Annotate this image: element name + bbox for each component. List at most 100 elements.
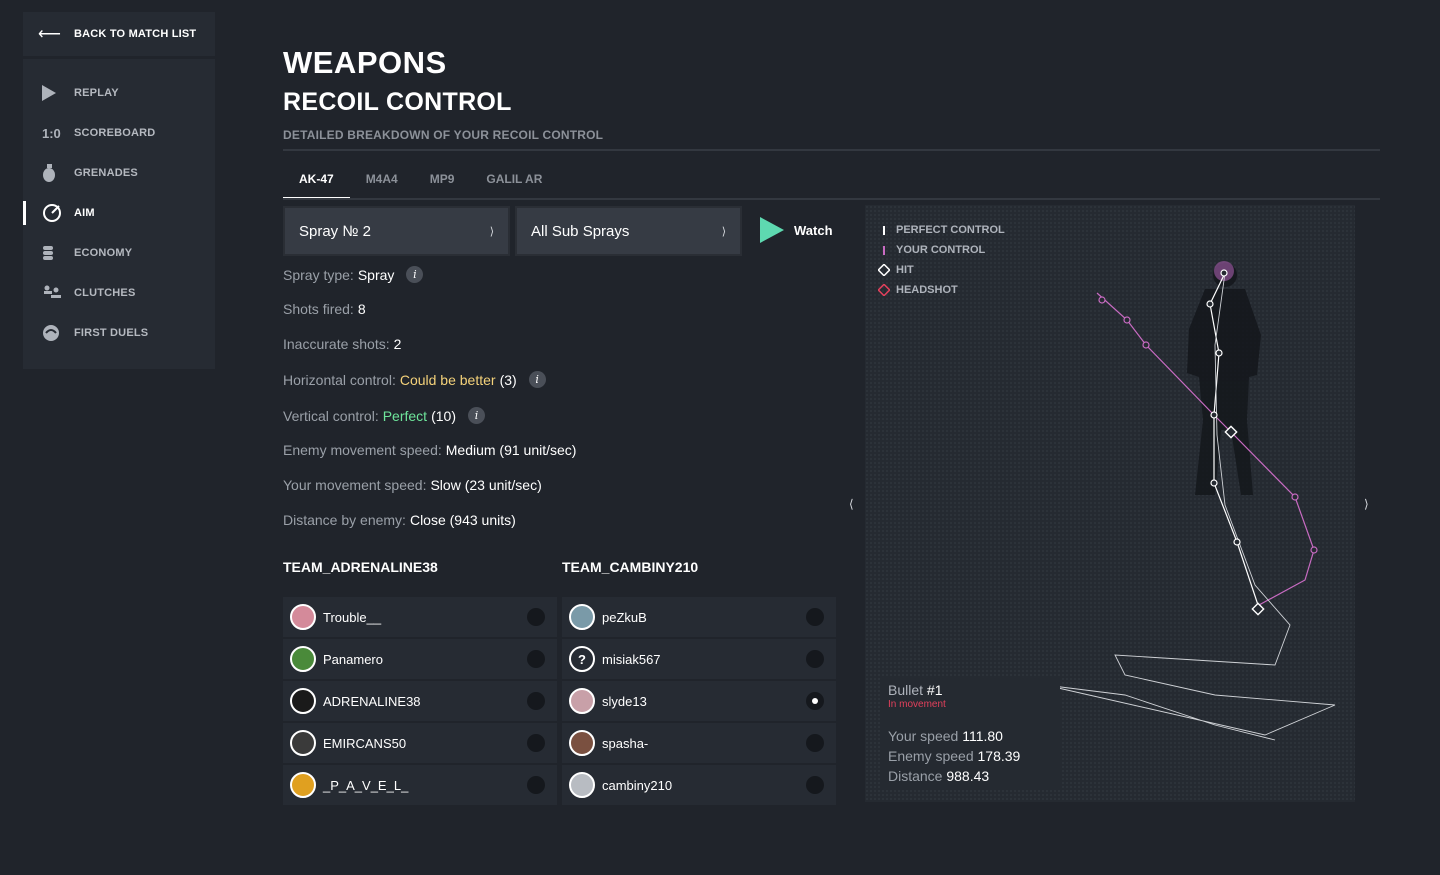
previous-bullet-button[interactable]: ⟨: [849, 497, 854, 511]
stat-label: Enemy movement speed:: [283, 442, 442, 458]
player-name: spasha-: [602, 735, 649, 751]
info-icon[interactable]: i: [467, 407, 485, 424]
aim-icon: [42, 203, 74, 223]
player-row[interactable]: Trouble__: [283, 597, 557, 637]
stat-value: Perfect: [382, 407, 428, 424]
back-to-match-list-button[interactable]: ⟵ BACK TO MATCH LIST: [23, 12, 215, 56]
label: Distance: [888, 768, 943, 784]
player-name: ADRENALINE38: [323, 693, 421, 709]
player-row[interactable]: slyde13: [562, 681, 836, 721]
sidebar-nav: REPLAY 1:0 SCOREBOARD GRENADES AIM ECONO…: [23, 59, 215, 369]
player-select-radio[interactable]: [527, 692, 545, 710]
avatar: ?: [569, 646, 595, 672]
duel-icon: [42, 324, 74, 342]
avatar: [290, 646, 316, 672]
player-name: Trouble__: [323, 609, 382, 625]
sub-spray-select[interactable]: All Sub Sprays ⟩: [515, 206, 742, 256]
player-select-radio[interactable]: [527, 734, 545, 752]
bullet-number: #1: [926, 682, 943, 698]
page-description: DETAILED BREAKDOWN OF YOUR RECOIL CONTRO…: [283, 128, 604, 142]
stat-label: Distance by enemy:: [283, 512, 406, 528]
player-select-radio[interactable]: [806, 608, 824, 626]
value: 178.39: [977, 748, 1021, 764]
coins-icon: [42, 244, 74, 262]
bullet-label: Bullet: [888, 682, 924, 698]
player-row[interactable]: EMIRCANS50: [283, 723, 557, 763]
stat-score: (3): [499, 371, 517, 388]
stat-label: Your movement speed:: [283, 477, 427, 493]
player-name: _P_A_V_E_L_: [323, 777, 409, 793]
next-bullet-button[interactable]: ⟩: [1364, 497, 1369, 511]
grenade-icon: [42, 164, 74, 182]
avatar: [569, 772, 595, 798]
page-title: WEAPONS: [283, 45, 447, 80]
sidebar-item-label: GRENADES: [74, 167, 138, 179]
sidebar-item-first-duels[interactable]: FIRST DUELS: [23, 313, 215, 353]
player-row[interactable]: ? misiak567: [562, 639, 836, 679]
player-row[interactable]: ADRENALINE38: [283, 681, 557, 721]
player-select-radio[interactable]: [527, 650, 545, 668]
player-select-radio[interactable]: [527, 608, 545, 626]
stat-shots-fired: Shots fired: 8: [283, 301, 366, 317]
sidebar-item-label: FIRST DUELS: [74, 327, 149, 339]
weapon-tabs: AK-47 M4A4 MP9 GALIL AR: [283, 160, 558, 199]
stat-score: (10): [431, 407, 456, 424]
stat-your-speed: Your movement speed: Slow (23 unit/sec): [283, 477, 542, 493]
player-select-radio[interactable]: [806, 734, 824, 752]
tab-galil-ar[interactable]: GALIL AR: [470, 160, 558, 198]
avatar: [290, 688, 316, 714]
player-row[interactable]: spasha-: [562, 723, 836, 763]
spray-select[interactable]: Spray № 2 ⟩: [283, 206, 510, 256]
stat-vertical-control: Vertical control: Perfect (10) i: [283, 407, 485, 424]
sidebar-item-replay[interactable]: REPLAY: [23, 73, 215, 113]
label: Your speed: [888, 728, 959, 744]
tab-m4a4[interactable]: M4A4: [350, 160, 414, 198]
player-name: Panamero: [323, 651, 383, 667]
sidebar-item-scoreboard[interactable]: 1:0 SCOREBOARD: [23, 113, 215, 153]
sidebar-item-label: CLUTCHES: [74, 287, 136, 299]
sub-spray-select-value: All Sub Sprays: [531, 222, 630, 240]
sidebar-item-label: SCOREBOARD: [74, 127, 156, 139]
value: 988.43: [946, 768, 990, 784]
tab-mp9[interactable]: MP9: [414, 160, 471, 198]
avatar: [569, 604, 595, 630]
divider: [283, 149, 1380, 151]
sidebar-item-economy[interactable]: ECONOMY: [23, 233, 215, 273]
watch-button[interactable]: Watch: [760, 217, 833, 243]
info-icon[interactable]: i: [528, 371, 546, 388]
player-row[interactable]: cambiny210: [562, 765, 836, 805]
player-name: EMIRCANS50: [323, 735, 407, 751]
tab-ak-47[interactable]: AK-47: [283, 160, 350, 199]
player-name: cambiny210: [602, 777, 673, 793]
stat-label: Vertical control:: [283, 407, 379, 424]
player-row[interactable]: peZkuB: [562, 597, 836, 637]
player-name: peZkuB: [602, 609, 647, 625]
avatar: [569, 730, 595, 756]
back-label: BACK TO MATCH LIST: [74, 28, 197, 40]
info-icon[interactable]: i: [406, 266, 424, 283]
stat-value: Slow (23 unit/sec): [430, 477, 542, 493]
scoreboard-icon: 1:0: [42, 125, 61, 141]
player-name: misiak567: [602, 651, 661, 667]
player-row[interactable]: Panamero: [283, 639, 557, 679]
stat-enemy-speed: Enemy movement speed: Medium (91 unit/se…: [283, 442, 576, 458]
sidebar-item-clutches[interactable]: CLUTCHES: [23, 273, 215, 313]
player-select-radio[interactable]: [527, 776, 545, 794]
player-select-radio[interactable]: [806, 692, 824, 710]
player-row[interactable]: _P_A_V_E_L_: [283, 765, 557, 805]
sidebar-item-label: REPLAY: [74, 87, 119, 99]
play-icon: [42, 85, 74, 101]
player-select-radio[interactable]: [806, 650, 824, 668]
stat-value: 8: [357, 301, 366, 317]
stat-horizontal-control: Horizontal control: Could be better (3) …: [283, 371, 546, 388]
sidebar-item-aim[interactable]: AIM: [23, 193, 215, 233]
team-right-title: TEAM_CAMBINY210: [562, 559, 699, 575]
avatar: [290, 604, 316, 630]
avatar: [569, 688, 595, 714]
player-select-radio[interactable]: [806, 776, 824, 794]
bullet-distance: Distance 988.43: [888, 768, 1052, 784]
avatar: [290, 730, 316, 756]
sidebar-item-grenades[interactable]: GRENADES: [23, 153, 215, 193]
player-name: slyde13: [602, 693, 647, 709]
stat-label: Inaccurate shots:: [283, 336, 390, 352]
